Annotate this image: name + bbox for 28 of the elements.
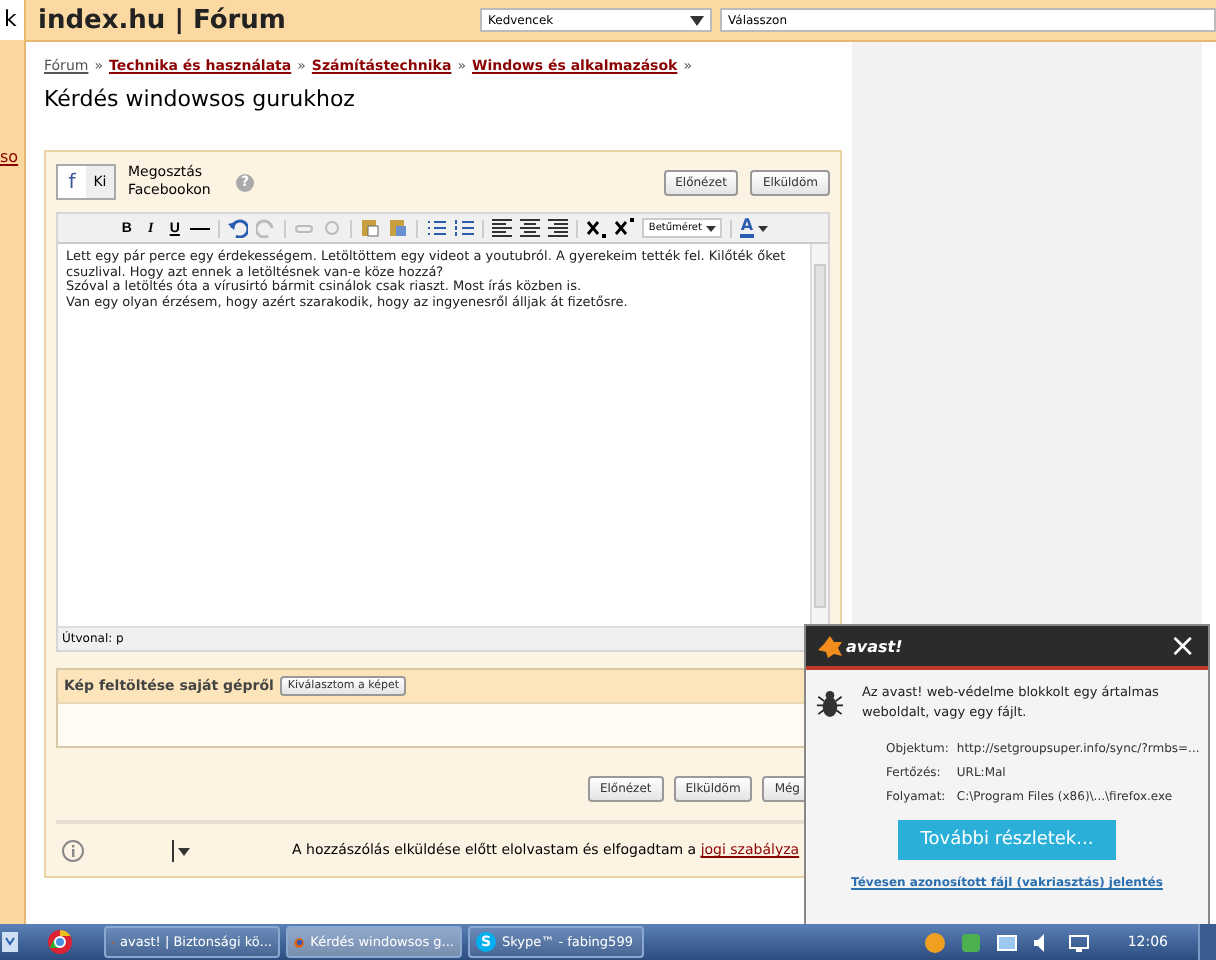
bullet-list-icon[interactable] [426,218,447,238]
align-center-icon[interactable] [520,218,541,238]
superscript-icon[interactable] [614,218,635,238]
subscript-icon[interactable] [586,218,607,238]
dropdown-arrow-icon [172,839,190,861]
brand-name: avast! [846,637,903,655]
undo-icon[interactable] [228,218,249,238]
page-title: Kérdés windowsos gurukhoz [44,86,357,112]
paste-icon[interactable] [360,218,381,238]
dropdown-arrow-icon [706,225,717,231]
monitor-icon[interactable] [995,931,1018,953]
text-color-button[interactable]: A [740,218,768,238]
dropdown-arrow-icon [757,225,768,231]
splash-logo-icon [818,635,842,657]
site-logo[interactable]: index.hu | Fórum [38,5,480,35]
align-right-icon[interactable] [548,218,569,238]
browser-icon[interactable] [46,928,74,956]
sidebar-text: k [0,0,24,40]
paste-word-icon[interactable] [388,218,409,238]
sidebar-link[interactable]: so [0,148,24,166]
scrollbar[interactable] [810,244,828,626]
close-button[interactable]: × [1169,630,1196,662]
display-icon[interactable] [1067,931,1090,953]
info-icon [62,839,84,861]
start-icon [0,930,20,954]
align-left-icon[interactable] [492,218,513,238]
dropdown-arrow-icon [690,15,704,25]
numbered-list-icon[interactable] [454,218,475,238]
